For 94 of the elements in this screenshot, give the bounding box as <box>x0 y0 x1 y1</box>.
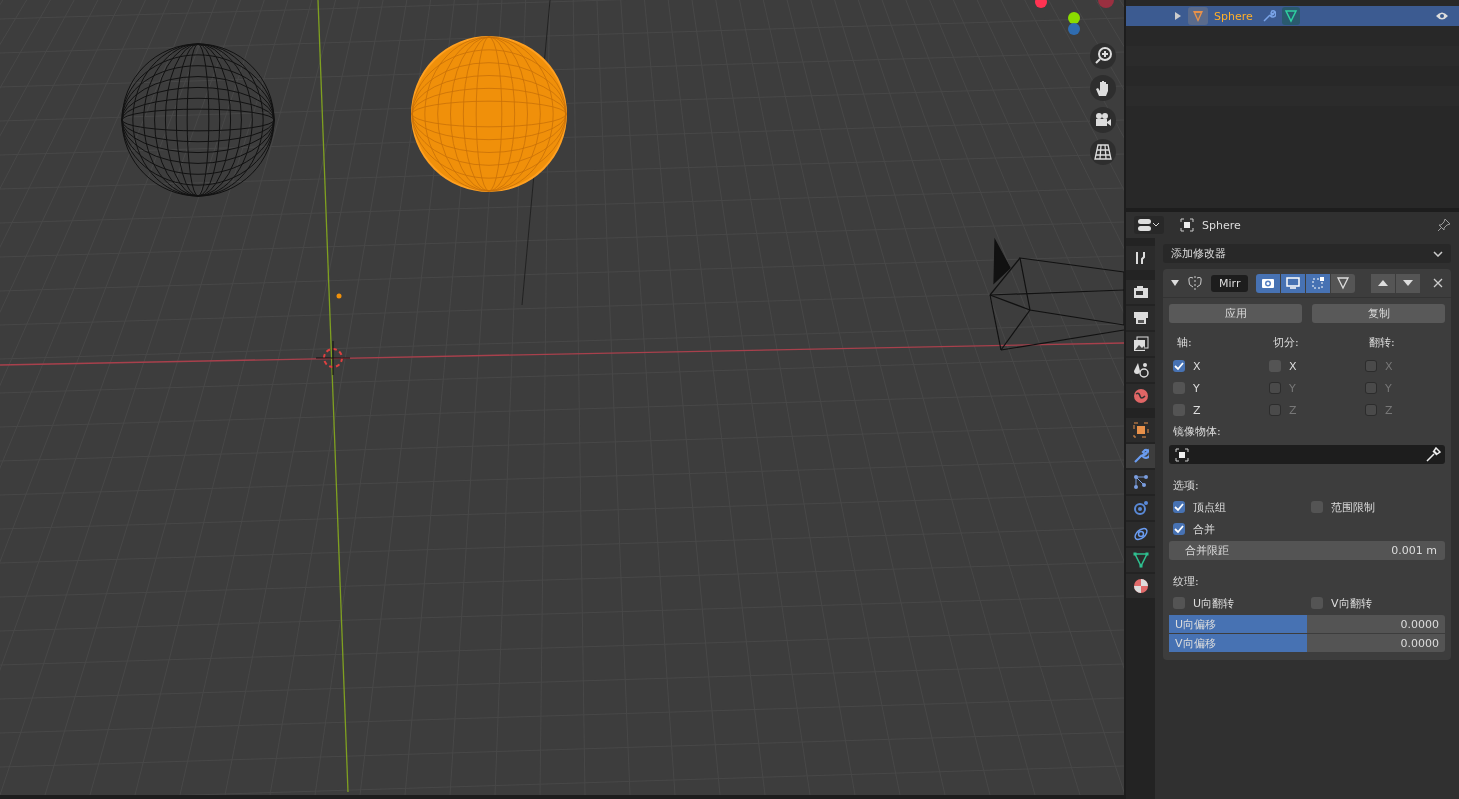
close-icon[interactable] <box>1433 278 1443 288</box>
section-label: 选项: <box>1172 478 1200 494</box>
eye-icon[interactable] <box>1435 11 1449 21</box>
material-icon <box>1132 578 1149 594</box>
properties-tab[interactable] <box>1126 280 1155 304</box>
down-triangle-icon <box>1403 279 1414 287</box>
field-label: 合并限距 <box>1185 543 1229 558</box>
checkbox-label: X <box>1193 359 1201 373</box>
scene-icon <box>1132 362 1149 378</box>
wrench-icon[interactable] <box>1262 9 1276 23</box>
checkbox-label: Z <box>1385 403 1393 417</box>
camera-icon[interactable] <box>1090 107 1116 133</box>
chevron-icon <box>1433 250 1443 257</box>
checkbox[interactable] <box>1173 501 1185 513</box>
checkbox-label: Z <box>1193 403 1201 417</box>
copy-button[interactable]: 复制 <box>1312 304 1445 323</box>
properties-tab[interactable] <box>1126 418 1155 442</box>
slider-label: V向偏移 <box>1175 635 1216 651</box>
cage-toggle[interactable] <box>1331 273 1356 293</box>
properties-tab[interactable] <box>1126 574 1155 598</box>
slider-label: U向偏移 <box>1175 616 1217 632</box>
eyedropper-icon[interactable] <box>1425 446 1441 463</box>
object-icon <box>1180 218 1194 232</box>
mesh-object-icon <box>1188 7 1208 25</box>
mesh-data-icon[interactable] <box>1282 7 1300 25</box>
output-icon <box>1132 310 1149 326</box>
outliner-row[interactable]: Sphere <box>1126 6 1459 26</box>
merge-limit-field[interactable]: 合并限距 0.001 m <box>1169 541 1445 560</box>
mirror-object-field[interactable] <box>1169 445 1445 464</box>
render-toggle[interactable] <box>1256 273 1281 293</box>
checkbox-label: 范围限制 <box>1331 499 1375 515</box>
grid-icon[interactable] <box>1090 139 1116 165</box>
section-label: 翻转: <box>1368 335 1396 351</box>
properties-tab[interactable] <box>1126 332 1155 356</box>
move-down-button[interactable] <box>1396 273 1421 293</box>
properties-tab[interactable] <box>1126 470 1155 494</box>
properties-tab[interactable] <box>1126 384 1155 408</box>
object-name: Sphere <box>1214 9 1252 23</box>
section-label: 轴: <box>1176 335 1193 351</box>
axis-gizmo-drawing[interactable] <box>1035 0 1114 35</box>
origin-dot <box>336 293 342 299</box>
modifiers-icon <box>1132 448 1149 464</box>
object-icon <box>1175 447 1189 462</box>
data-icon <box>1132 552 1149 568</box>
checkbox[interactable] <box>1173 360 1185 372</box>
checkbox-label: 合并 <box>1193 521 1215 537</box>
mirror-icon <box>1187 275 1203 291</box>
viewport-toggle[interactable] <box>1281 273 1306 293</box>
add-modifier-dropdown[interactable]: 添加修改器 <box>1163 244 1451 263</box>
checkbox-label: 顶点组 <box>1193 499 1226 515</box>
expand-icon[interactable] <box>1174 12 1182 20</box>
particles-icon <box>1132 474 1149 490</box>
properties-tab[interactable] <box>1126 548 1155 572</box>
section-label: 纹理: <box>1172 574 1200 590</box>
slider-value: 0.0000 <box>1400 636 1439 650</box>
field-value: 0.001 m <box>1391 544 1437 557</box>
editor-type-icon <box>1138 219 1160 231</box>
checkbox-label: X <box>1289 359 1297 373</box>
checkbox-label: V向翻转 <box>1331 595 1372 611</box>
3d-cursor-icon[interactable] <box>315 340 351 376</box>
editmode-icon <box>1311 276 1326 290</box>
offset-slider[interactable]: U向偏移 0.0000 <box>1169 615 1445 633</box>
section-label: 切分: <box>1272 335 1300 351</box>
checkbox-label: U向翻转 <box>1193 595 1235 611</box>
cage-icon <box>1336 276 1351 290</box>
viewport-icon <box>1286 276 1301 290</box>
editmode-toggle[interactable] <box>1306 273 1331 293</box>
move-up-button[interactable] <box>1371 273 1396 293</box>
checkbox-label: Z <box>1289 403 1297 417</box>
zoom-icon[interactable] <box>1090 43 1116 69</box>
render-icon <box>1261 276 1276 290</box>
checkbox[interactable] <box>1173 523 1185 535</box>
modifier-name-field[interactable]: Mirr <box>1211 274 1249 292</box>
hand-icon[interactable] <box>1090 75 1116 101</box>
slider-value: 0.0000 <box>1400 617 1439 631</box>
object-name: Sphere <box>1202 218 1241 232</box>
collapse-icon[interactable] <box>1171 279 1179 287</box>
editor-type-button[interactable] <box>1134 216 1164 234</box>
properties-tab[interactable] <box>1126 358 1155 382</box>
world-icon <box>1132 388 1149 404</box>
properties-tab[interactable] <box>1126 306 1155 330</box>
pin-icon[interactable] <box>1437 218 1451 232</box>
section-label: 镜像物体: <box>1172 424 1222 440</box>
view-layer-icon <box>1132 336 1149 352</box>
up-triangle-icon <box>1378 279 1389 287</box>
properties-tab[interactable] <box>1126 246 1155 270</box>
render-icon <box>1132 284 1149 300</box>
apply-button[interactable]: 应用 <box>1169 304 1302 323</box>
physics-icon <box>1132 500 1149 516</box>
offset-slider[interactable]: V向偏移 0.0000 <box>1169 634 1445 652</box>
object-icon <box>1132 422 1149 438</box>
properties-tab[interactable] <box>1126 522 1155 546</box>
constraints-icon <box>1132 526 1149 542</box>
checkbox-label: Y <box>1193 381 1200 395</box>
